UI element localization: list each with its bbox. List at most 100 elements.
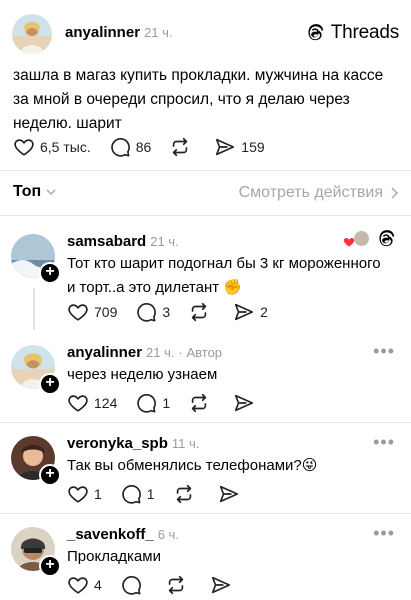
reply-button[interactable]: [120, 574, 147, 596]
repost-icon: [188, 392, 210, 414]
more-options-button[interactable]: •••: [373, 342, 395, 360]
threads-icon[interactable]: [376, 229, 396, 249]
repost-icon: [173, 483, 195, 505]
share-button[interactable]: 2: [233, 301, 268, 323]
heart-icon: [67, 483, 89, 505]
liked-by-author-indicator: [343, 230, 371, 250]
comment-time: 21 ч.: [146, 345, 175, 360]
comment-time: 11 ч.: [171, 436, 200, 451]
like-button[interactable]: 124: [67, 392, 117, 414]
share-button[interactable]: [210, 574, 237, 596]
repost-button[interactable]: [188, 301, 215, 323]
sort-bar: Топ Смотреть действия: [13, 183, 399, 205]
post-time: 21 ч.: [144, 25, 173, 40]
comment-actions: 1 1: [67, 483, 263, 505]
comment-icon: [109, 136, 131, 158]
username[interactable]: anyalinner: [65, 24, 140, 41]
like-count: 124: [94, 395, 118, 411]
heart-filled-icon: [343, 238, 355, 247]
share-button[interactable]: [233, 392, 260, 414]
repost-button[interactable]: [188, 392, 215, 414]
chevron-right-icon: [391, 187, 399, 199]
username[interactable]: _savenkoff_: [67, 526, 154, 543]
divider: [0, 513, 411, 514]
username[interactable]: anyalinner: [67, 344, 142, 361]
avatar: [353, 230, 370, 247]
heart-icon: [67, 574, 89, 596]
sort-dropdown[interactable]: Топ: [13, 183, 57, 201]
share-button[interactable]: [218, 483, 245, 505]
view-activity-label: Смотреть действия: [238, 184, 383, 201]
comment-icon: [120, 574, 142, 596]
reply-count: 1: [162, 395, 171, 411]
follow-plus-button[interactable]: +: [39, 373, 61, 395]
like-count: 6,5 тыс.: [40, 139, 91, 155]
divider: [0, 422, 411, 423]
send-icon: [210, 574, 232, 596]
like-count: 709: [94, 304, 118, 320]
repost-icon: [165, 574, 187, 596]
heart-icon: [13, 136, 35, 158]
like-button[interactable]: 709: [67, 301, 117, 323]
comment-actions: 124 1: [67, 392, 278, 414]
follow-plus-button[interactable]: +: [39, 262, 61, 284]
repost-button[interactable]: [173, 483, 200, 505]
reply-count: 1: [146, 486, 155, 502]
repost-icon: [188, 301, 210, 323]
repost-button[interactable]: [165, 574, 192, 596]
comment-text: Так вы обменялись телефонами?😜: [67, 457, 318, 474]
comment-icon: [135, 301, 157, 323]
like-button[interactable]: 4: [67, 574, 102, 596]
comment-icon: [120, 483, 142, 505]
username[interactable]: veronyka_spb: [67, 435, 168, 452]
repost-icon: [169, 136, 191, 158]
post-header: anyalinner 21 ч. Threads: [12, 14, 399, 54]
comment-author-line: samsabard 21 ч.: [67, 233, 179, 250]
follow-plus-button[interactable]: +: [39, 555, 61, 577]
send-icon: [233, 301, 255, 323]
reply-count: 3: [162, 304, 171, 320]
like-count: 4: [94, 577, 102, 593]
divider: [0, 170, 411, 171]
heart-icon: [67, 392, 89, 414]
share-count: 2: [260, 304, 268, 320]
send-icon: [233, 392, 255, 414]
comment-text: Тот кто шарит подогнал бы 3 кг мороженно…: [67, 255, 381, 296]
divider: [0, 215, 411, 216]
share-button[interactable]: 159: [214, 136, 265, 158]
heart-icon: [67, 301, 89, 323]
threads-brand: Threads: [330, 22, 400, 43]
send-icon: [218, 483, 240, 505]
threads-icon: [308, 24, 323, 41]
comment-icon: [135, 392, 157, 414]
avatar[interactable]: [12, 14, 52, 54]
reply-button[interactable]: 86: [109, 136, 152, 158]
reply-button[interactable]: 1: [120, 483, 155, 505]
comment-time: 6 ч.: [157, 527, 179, 542]
more-options-button[interactable]: •••: [373, 524, 395, 542]
post-author-line: anyalinner 21 ч.: [65, 24, 173, 42]
more-options-button[interactable]: •••: [373, 433, 395, 451]
repost-button[interactable]: [169, 136, 196, 158]
comment-text: Прокладками: [67, 548, 161, 565]
post-actions: 6,5 тыс. 86 159: [13, 136, 283, 158]
reply-button[interactable]: 1: [135, 392, 170, 414]
reply-button[interactable]: 3: [135, 301, 170, 323]
reply-count: 86: [135, 139, 152, 155]
comment-text: через неделю узнаем: [67, 366, 218, 383]
comment-actions: 709 3 2: [67, 301, 286, 323]
comment-author-line: veronyka_spb 11 ч.: [67, 435, 199, 452]
like-button[interactable]: 6,5 тыс.: [13, 136, 91, 158]
like-count: 1: [94, 486, 102, 502]
chevron-down-icon: [46, 189, 56, 196]
threads-logo[interactable]: Threads: [305, 22, 399, 44]
post-text: зашла в магаз купить прокладки. мужчина …: [13, 67, 384, 132]
follow-plus-button[interactable]: +: [39, 464, 61, 486]
like-button[interactable]: 1: [67, 483, 102, 505]
sort-label: Топ: [13, 183, 42, 200]
view-activity-link[interactable]: Смотреть действия: [239, 184, 399, 202]
comment-author-line: anyalinner 21 ч. · Автор: [67, 344, 222, 361]
share-count: 159: [241, 139, 265, 155]
username[interactable]: samsabard: [67, 233, 146, 250]
send-icon: [214, 136, 236, 158]
